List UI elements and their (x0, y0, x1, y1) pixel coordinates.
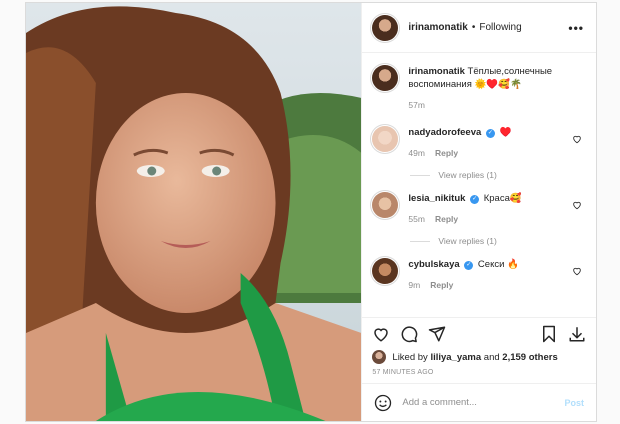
likes-summary: Liked by liliya_yama and 2,159 others (362, 349, 596, 365)
comment-username[interactable]: nadyadorofeeva (408, 127, 481, 138)
comment-input[interactable] (402, 397, 553, 408)
comment-username[interactable]: lesia_nikituk (408, 193, 465, 204)
view-replies-label: View replies (1) (438, 170, 497, 180)
caption: irinamonatik Тёплые,солнечные воспоминан… (372, 65, 586, 112)
comments-list: irinamonatik Тёплые,солнечные воспоминан… (362, 53, 596, 317)
bookmark-icon[interactable] (540, 325, 558, 343)
likes-count[interactable]: 2,159 others (502, 352, 557, 363)
comment-avatar[interactable] (372, 192, 399, 218)
comment-username[interactable]: cybulskaya (408, 259, 459, 270)
caption-username[interactable]: irinamonatik (408, 66, 465, 77)
reply-button[interactable]: Reply (430, 279, 453, 292)
comment-avatar[interactable] (372, 126, 399, 152)
comment-time[interactable]: 49m (408, 147, 425, 160)
comment-text: Краса🥰 (483, 193, 522, 204)
caption-time[interactable]: 57m (408, 99, 425, 112)
comment-composer: Post (362, 383, 596, 421)
share-icon[interactable] (428, 325, 446, 343)
like-comment-heart-icon[interactable] (572, 134, 582, 144)
instagram-post: irinamonatik • Following ••• irinamonati… (25, 2, 597, 422)
reply-button[interactable]: Reply (435, 213, 458, 226)
liker-username[interactable]: liliya_yama (430, 352, 481, 363)
comment-icon[interactable] (400, 325, 418, 343)
post-comment-button[interactable]: Post (564, 398, 584, 408)
verified-icon: ✓ (485, 129, 495, 138)
comment-text: Секси 🔥 (477, 259, 519, 270)
likes-and: and (483, 351, 500, 363)
post-actions (362, 317, 596, 349)
comment-item: cybulskaya ✓ Секси 🔥 9m Reply (372, 258, 586, 292)
like-comment-heart-icon[interactable] (572, 200, 582, 210)
comment-item: lesia_nikituk ✓ Краса🥰 55m Reply (372, 192, 586, 226)
post-timestamp[interactable]: 57 MINUTES AGO (362, 369, 596, 383)
post-sidebar: irinamonatik • Following ••• irinamonati… (361, 3, 596, 421)
header-separator: • (471, 22, 476, 33)
view-replies-button[interactable]: View replies (1) (410, 170, 586, 180)
post-photo[interactable] (26, 3, 362, 421)
author-username[interactable]: irinamonatik (408, 22, 467, 33)
post-header: irinamonatik • Following ••• (362, 3, 596, 53)
download-icon[interactable] (568, 325, 586, 343)
comment-time[interactable]: 55m (408, 213, 425, 226)
verified-icon: ✓ (470, 195, 480, 204)
caption-avatar[interactable] (372, 65, 399, 91)
liker-avatar[interactable] (372, 350, 387, 364)
view-replies-button[interactable]: View replies (1) (410, 236, 586, 246)
follow-button[interactable]: Following (479, 22, 521, 33)
comment-avatar[interactable] (372, 258, 399, 284)
more-icon[interactable]: ••• (568, 21, 584, 35)
verified-icon: ✓ (464, 261, 474, 270)
comment-text: ♥️ (499, 127, 512, 138)
reply-button[interactable]: Reply (435, 147, 458, 160)
comment-item: nadyadorofeeva ✓ ♥️ 49m Reply (372, 126, 586, 160)
likes-prefix: Liked by (392, 351, 428, 363)
heart-icon[interactable] (372, 325, 390, 343)
comment-time[interactable]: 9m (408, 279, 420, 292)
like-comment-heart-icon[interactable] (572, 266, 582, 276)
author-avatar[interactable] (372, 14, 399, 41)
smiley-icon[interactable] (374, 394, 392, 412)
view-replies-label: View replies (1) (438, 236, 497, 246)
